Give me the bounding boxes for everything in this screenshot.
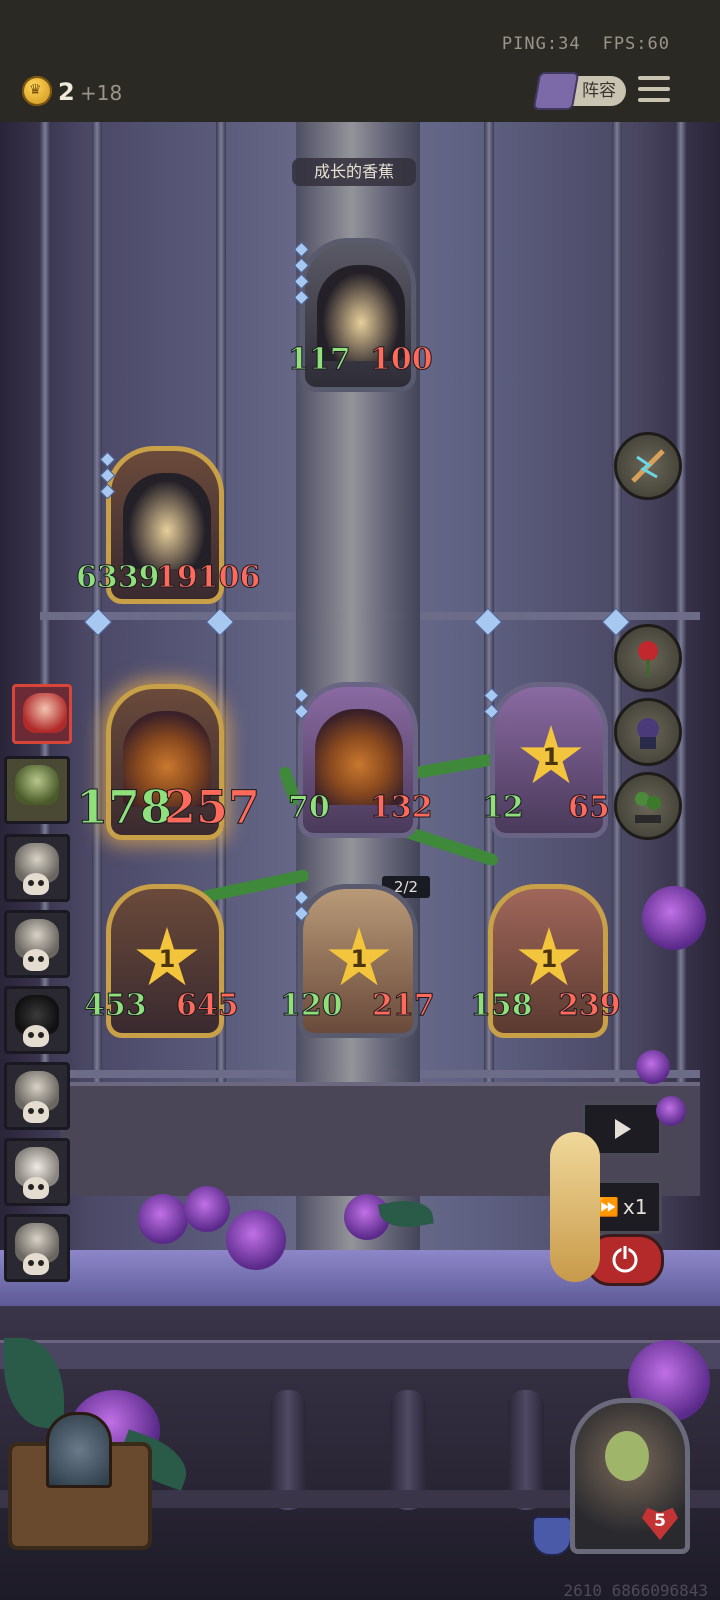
plant-relic-button[interactable]: [614, 772, 682, 840]
speed-label: x1: [622, 1195, 648, 1219]
skull-icon: [23, 873, 49, 895]
book-icon: [532, 72, 580, 110]
opponent-slot-eliminated[interactable]: [4, 1138, 70, 1206]
opponent-slot-active[interactable]: [12, 684, 72, 744]
stone-guardian-health: 239: [558, 988, 622, 1024]
hero-face: [605, 1431, 649, 1481]
opponent-slot-eliminated[interactable]: [4, 834, 70, 902]
pumpkin-selected-health: 257: [163, 780, 261, 835]
rose-icon: [138, 1194, 188, 1244]
tree-stump-health: 645: [176, 988, 240, 1024]
opponent-slot-eliminated[interactable]: [4, 1214, 70, 1282]
skull-icon: [23, 1025, 49, 1047]
shield-icon: [532, 1516, 572, 1556]
bell-jar-icon: [46, 1412, 112, 1488]
pumpkin-health: 132: [370, 790, 434, 826]
stone-guardian-attack: 158: [470, 988, 534, 1024]
enemy-big-attack: 6339: [76, 560, 160, 596]
rose-icon: [226, 1210, 286, 1270]
cactus-health: 65: [568, 790, 611, 826]
spell-button[interactable]: [614, 432, 682, 500]
snake-companion: [550, 1132, 600, 1282]
hero-portrait[interactable]: [570, 1398, 690, 1554]
skull-icon: [23, 1253, 49, 1275]
shop-chest[interactable]: [8, 1412, 152, 1550]
lineup-button[interactable]: 阵容: [532, 72, 626, 110]
opponent-slot-eliminated[interactable]: [4, 1062, 70, 1130]
rose-icon: [642, 886, 706, 950]
enemy-big-health: 19106: [155, 560, 261, 596]
bonsai-icon: [635, 792, 661, 823]
ping-readout: PING:34: [501, 34, 581, 54]
star-level-badge: 1: [136, 927, 198, 986]
rose-icon: [636, 1050, 670, 1084]
top-bar: PING:34 FPS:60 ♛ 2 +18 阵容: [0, 0, 720, 122]
pumpkin-attack: 70: [288, 790, 331, 826]
rose-relic-button[interactable]: [614, 624, 682, 692]
coin-count: 2: [58, 78, 75, 106]
fps-readout: FPS:60: [602, 34, 670, 54]
rose-icon: [184, 1186, 230, 1232]
opponent-slot-eliminated[interactable]: [4, 910, 70, 978]
rose-icon: [638, 641, 658, 677]
coin-income: +18: [80, 81, 123, 105]
mushroom-cat-attack: 120: [280, 988, 344, 1024]
crown-coin-icon: ♛: [22, 76, 52, 106]
skull-icon: [23, 949, 49, 971]
lightning-wand-icon: [631, 449, 665, 483]
opponent-slot-goblin[interactable]: [4, 756, 70, 824]
mushroom-cat-health: 217: [372, 988, 436, 1024]
star-level-badge: 1: [328, 927, 390, 986]
opponent-slot-eliminated[interactable]: [4, 986, 70, 1054]
star-level-badge: 1: [518, 927, 580, 986]
cactus-attack: 12: [482, 790, 525, 826]
enemy-top-health: 100: [370, 342, 434, 378]
lineup-label: 阵容: [582, 81, 616, 101]
enemy-top-attack: 117: [288, 342, 352, 378]
creature-relic-button[interactable]: [614, 698, 682, 766]
skull-icon: [23, 1177, 49, 1199]
tree-stump-attack: 453: [84, 988, 148, 1024]
imp-icon: [637, 718, 659, 749]
enemy-name-banner: 成长的香蕉: [292, 158, 416, 186]
star-level-badge: 1: [520, 725, 582, 784]
seed-id: 2610 6866096843: [563, 1581, 709, 1600]
menu-icon[interactable]: [638, 76, 670, 104]
skull-icon: [23, 1101, 49, 1123]
rose-icon: [656, 1096, 686, 1126]
network-status: PING:34 FPS:60: [502, 34, 670, 54]
pumpkin-selected-attack: 178: [75, 780, 173, 835]
